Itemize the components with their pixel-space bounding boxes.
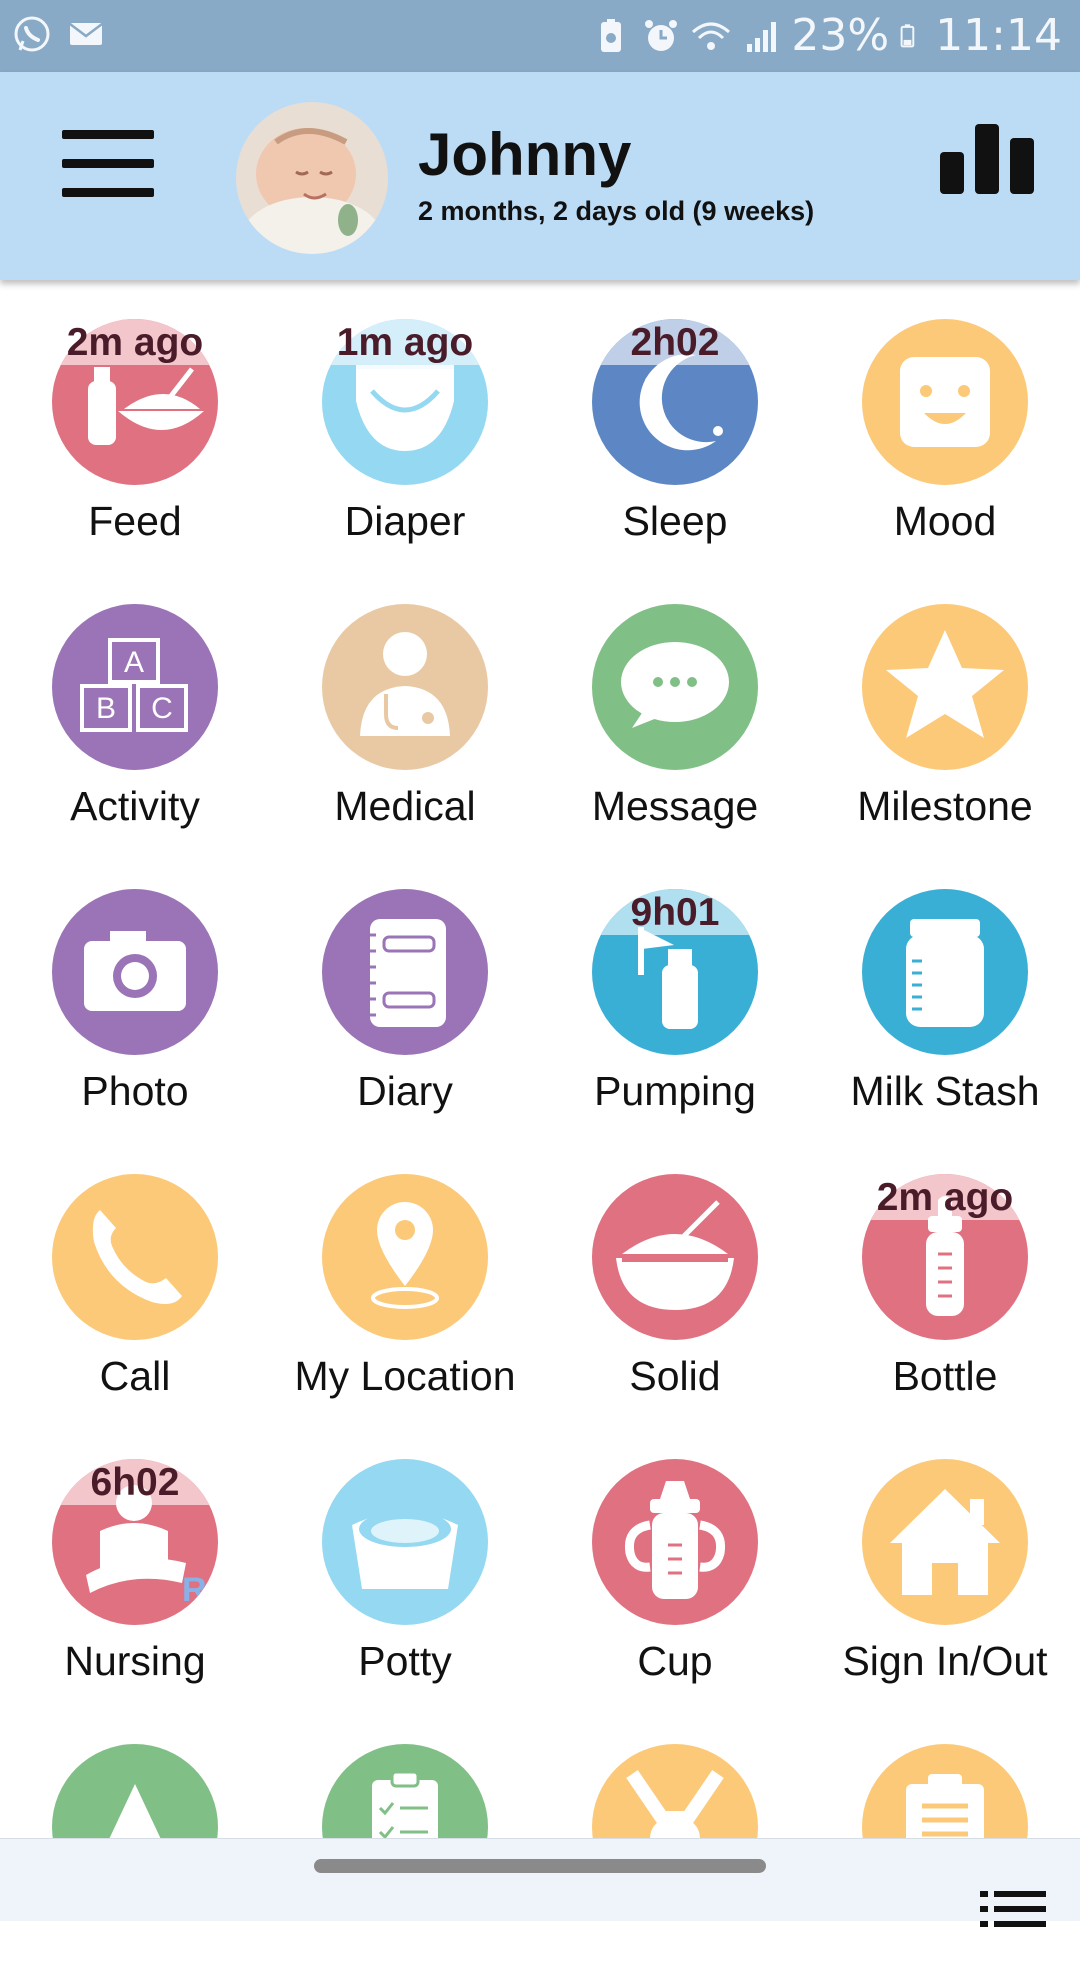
tile-pumping[interactable]: 9h01 Pumping: [540, 858, 810, 1118]
tile-diaper[interactable]: 1m ago Diaper: [270, 288, 540, 548]
tile-label: Diaper: [344, 498, 466, 544]
doctor-icon: [322, 604, 488, 770]
sippy-cup-icon: [592, 1459, 758, 1625]
alarm-icon: [645, 19, 678, 51]
tile-milkstash[interactable]: Milk Stash: [810, 858, 1080, 1118]
tile-label: Pumping: [594, 1068, 756, 1114]
battery-saver-icon: [601, 18, 622, 52]
tile-milestone[interactable]: Milestone: [810, 573, 1080, 833]
tile-call[interactable]: Call: [0, 1143, 270, 1403]
notebook-icon: [322, 889, 488, 1055]
potty-icon: [322, 1459, 488, 1625]
tile-mood[interactable]: Mood: [810, 288, 1080, 548]
tile-solid[interactable]: Solid: [540, 1143, 810, 1403]
child-avatar[interactable]: [236, 102, 388, 254]
milk-jar-icon: [862, 889, 1028, 1055]
abc-blocks-icon: AB C: [52, 604, 218, 770]
last-event-badge: 9h01: [630, 891, 720, 934]
svg-text:B: B: [96, 692, 116, 725]
signal-icon: [747, 21, 777, 52]
last-event-badge: 2h02: [630, 321, 720, 364]
last-event-badge: 2m ago: [876, 1176, 1014, 1219]
svg-text:C: C: [151, 692, 173, 725]
tile-label: Milestone: [857, 783, 1033, 829]
svg-text:R: R: [182, 1571, 207, 1609]
camera-icon: [52, 889, 218, 1055]
tile-activity[interactable]: A B C Activity: [0, 573, 270, 833]
tile-medical[interactable]: Medical: [270, 573, 540, 833]
tile-label: Nursing: [64, 1638, 206, 1684]
hamburger-menu-icon[interactable]: [62, 130, 154, 222]
star-icon: [862, 604, 1028, 770]
tile-message[interactable]: Message: [540, 573, 810, 833]
last-event-badge: 6h02: [90, 1461, 180, 1504]
tile-location[interactable]: My Location: [270, 1143, 540, 1403]
tile-label: Medical: [334, 783, 476, 829]
tile-diary[interactable]: Diary: [270, 858, 540, 1118]
tile-label: Feed: [88, 498, 182, 544]
battery-percent: 23%: [791, 10, 890, 61]
child-name: Johnny: [418, 121, 632, 188]
smiley-face-icon: [862, 319, 1028, 485]
tile-label: Milk Stash: [850, 1068, 1040, 1114]
child-age: 2 months, 2 days old (9 weeks): [418, 196, 815, 226]
tile-cup[interactable]: Cup: [540, 1428, 810, 1688]
tile-label: My Location: [294, 1353, 516, 1399]
bottom-nav: [0, 1838, 1080, 1927]
tile-nursing[interactable]: R 6h02 Nursing: [0, 1428, 270, 1688]
status-bar: 23% 11:14: [0, 0, 1080, 72]
scroll-handle[interactable]: [314, 1859, 766, 1873]
phone-icon: [52, 1174, 218, 1340]
bowl-spoon-icon: [592, 1174, 758, 1340]
tile-label: Cup: [637, 1638, 713, 1684]
tile-label: Sleep: [622, 498, 728, 544]
tile-label: Message: [591, 783, 759, 829]
last-event-badge: 2m ago: [66, 321, 204, 364]
wifi-icon: [692, 22, 731, 50]
last-event-badge: 1m ago: [336, 321, 474, 364]
tile-label: Potty: [358, 1638, 452, 1684]
tile-feed[interactable]: 2m ago Feed: [0, 288, 270, 548]
tile-label: Diary: [357, 1068, 453, 1114]
bar-chart-icon[interactable]: [938, 124, 1036, 194]
clock: 11:14: [935, 10, 1062, 61]
svg-text:A: A: [124, 646, 144, 679]
tile-label: Call: [99, 1353, 171, 1399]
app-header: Johnny 2 months, 2 days old (9 weeks): [0, 72, 1080, 280]
whatsapp-icon: [14, 16, 50, 52]
tile-bottle[interactable]: 2m ago Bottle: [810, 1143, 1080, 1403]
tile-label: Mood: [893, 498, 997, 544]
tile-label: Sign In/Out: [842, 1638, 1048, 1684]
mail-icon: [69, 23, 103, 45]
battery-icon: [900, 23, 915, 47]
tile-label: Activity: [70, 783, 200, 829]
chat-bubble-icon: [592, 604, 758, 770]
tile-signin[interactable]: Sign In/Out: [810, 1428, 1080, 1688]
tile-sleep[interactable]: 2h02 Sleep: [540, 288, 810, 548]
tile-photo[interactable]: Photo: [0, 858, 270, 1118]
tile-label: Solid: [629, 1353, 721, 1399]
location-pin-icon: [322, 1174, 488, 1340]
list-view-icon[interactable]: [980, 1889, 1046, 1929]
tile-label: Bottle: [892, 1353, 998, 1399]
tile-potty[interactable]: Potty: [270, 1428, 540, 1688]
tile-label: Photo: [81, 1068, 189, 1114]
house-icon: [862, 1459, 1028, 1625]
